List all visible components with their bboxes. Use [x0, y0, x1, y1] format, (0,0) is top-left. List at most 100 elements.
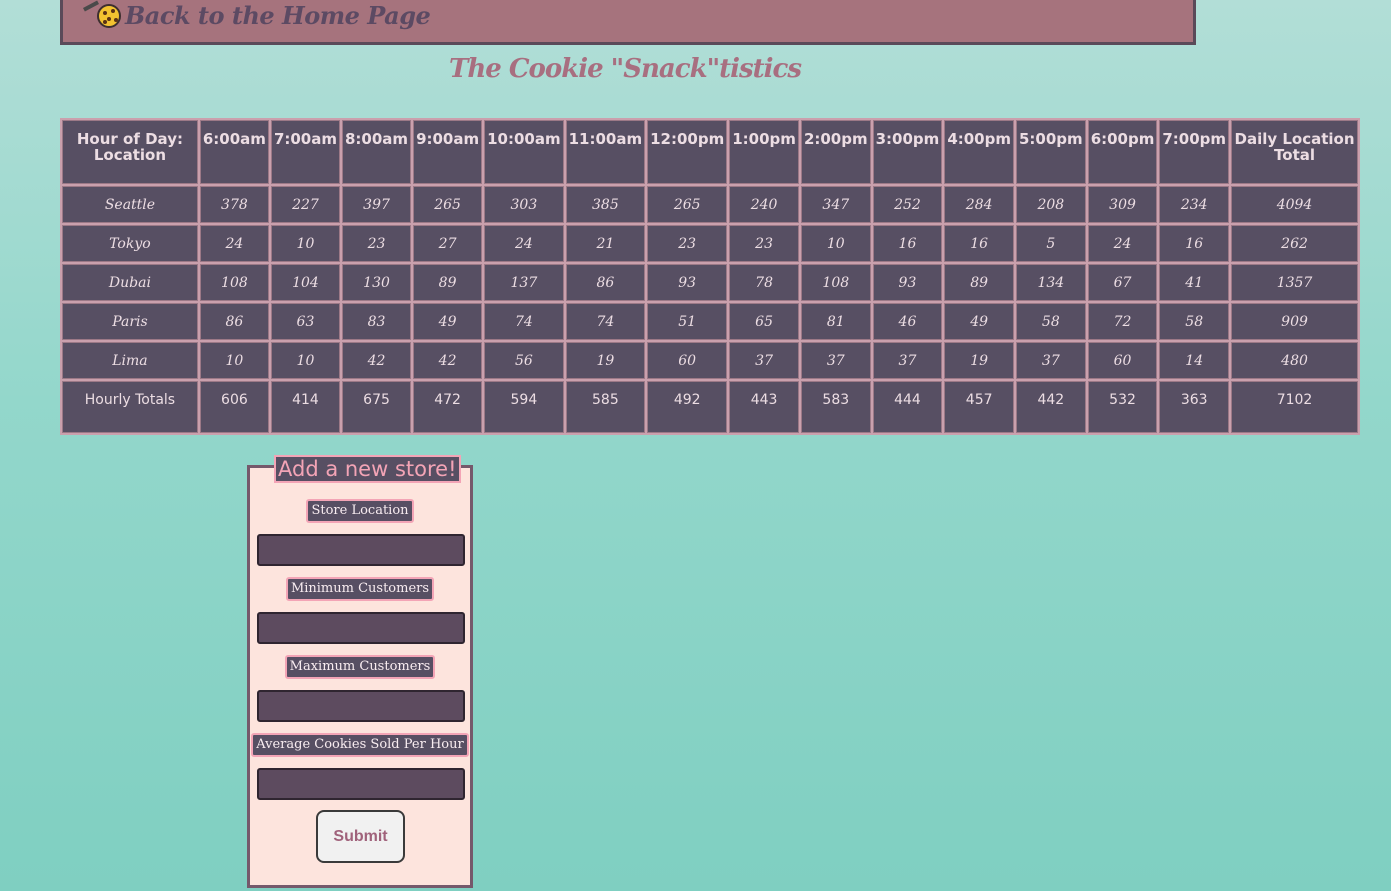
hour-header: 3:00pm — [872, 120, 943, 184]
table-header-row: Hour of Day: Location 6:00am 7:00am 8:00am… — [62, 120, 1358, 184]
page-title: The Cookie "Snack"tistics — [448, 54, 802, 84]
corner-header: Hour of Day: Location — [62, 120, 198, 184]
hourly-sales-cell: 49 — [413, 303, 483, 340]
hourly-sales-cell: 93 — [647, 264, 728, 301]
hourly-sales-cell: 42 — [413, 342, 483, 379]
hourly-sales-cell: 72 — [1087, 303, 1158, 340]
hourly-sales-cell: 60 — [647, 342, 728, 379]
hourly-sales-cell: 37 — [729, 342, 799, 379]
hourly-sales-cell: 58 — [1159, 303, 1230, 340]
table-row: Lima 10 10 42 42 56 19 60 37 37 37 19 37 60 14 480 — [62, 342, 1358, 379]
location-name: Seattle — [62, 186, 198, 223]
cookie-icon — [82, 0, 121, 28]
maximum-customers-label: Maximum Customers — [284, 655, 436, 679]
hourly-sales-cell: 14 — [1159, 342, 1230, 379]
hourly-sales-cell: 19 — [944, 342, 1014, 379]
hourly-sales-cell: 74 — [565, 303, 646, 340]
hourly-sales-cell: 21 — [565, 225, 646, 262]
hourly-sales-cell: 63 — [270, 303, 340, 340]
hourly-sales-cell: 58 — [1016, 303, 1086, 340]
minimum-customers-label: Minimum Customers — [285, 577, 435, 601]
hourly-sales-cell: 19 — [565, 342, 646, 379]
table-row: Paris 86 63 83 49 74 74 51 65 81 46 49 58 72 58 909 — [62, 303, 1358, 340]
hourly-sales-cell: 10 — [800, 225, 871, 262]
hourly-total-cell: 583 — [800, 381, 871, 433]
hourly-total-cell: 457 — [944, 381, 1014, 433]
hourly-sales-cell: 10 — [199, 342, 269, 379]
grand-total-cell: 7102 — [1231, 381, 1358, 433]
hourly-total-cell: 444 — [872, 381, 943, 433]
hourly-total-cell: 492 — [647, 381, 728, 433]
hourly-sales-cell: 108 — [800, 264, 871, 301]
top-nav-bar: Back to the Home Page — [60, 0, 1196, 45]
hour-header: 7:00am — [270, 120, 340, 184]
hour-header: 7:00pm — [1159, 120, 1230, 184]
pencil-icon — [82, 0, 100, 12]
hourly-sales-cell: 347 — [800, 186, 871, 223]
hourly-sales-cell: 24 — [484, 225, 564, 262]
hourly-total-cell: 363 — [1159, 381, 1230, 433]
hourly-sales-cell: 309 — [1087, 186, 1158, 223]
hourly-sales-cell: 104 — [270, 264, 340, 301]
hourly-sales-cell: 51 — [647, 303, 728, 340]
hourly-sales-cell: 130 — [342, 264, 412, 301]
hourly-sales-cell: 16 — [944, 225, 1014, 262]
hourly-sales-cell: 42 — [342, 342, 412, 379]
hourly-sales-cell: 208 — [1016, 186, 1086, 223]
location-name: Paris — [62, 303, 198, 340]
hourly-sales-cell: 385 — [565, 186, 646, 223]
store-location-label: Store Location — [306, 499, 414, 523]
hourly-total-cell: 606 — [199, 381, 269, 433]
hourly-sales-cell: 46 — [872, 303, 943, 340]
hourly-sales-cell: 134 — [1016, 264, 1086, 301]
hour-header: 6:00pm — [1087, 120, 1158, 184]
hourly-total-cell: 472 — [413, 381, 483, 433]
table-row: Dubai 108 104 130 89 137 86 93 78 108 93 89 134 67 41 1… — [62, 264, 1358, 301]
hourly-sales-cell: 27 — [413, 225, 483, 262]
hourly-sales-cell: 56 — [484, 342, 564, 379]
hourly-sales-cell: 37 — [872, 342, 943, 379]
add-store-form: Add a new store! Store Location Minimum … — [247, 455, 473, 888]
home-link-label: Back to the Home Page — [125, 1, 431, 30]
form-legend: Add a new store! — [274, 455, 461, 483]
hourly-sales-cell: 37 — [800, 342, 871, 379]
store-location-input[interactable] — [257, 534, 465, 566]
location-name: Lima — [62, 342, 198, 379]
hourly-sales-cell: 65 — [729, 303, 799, 340]
hourly-total-cell: 532 — [1087, 381, 1158, 433]
hourly-sales-cell: 89 — [413, 264, 483, 301]
maximum-customers-input[interactable] — [257, 690, 465, 722]
hourly-sales-cell: 49 — [944, 303, 1014, 340]
location-total-cell: 1357 — [1231, 264, 1358, 301]
hourly-sales-cell: 5 — [1016, 225, 1086, 262]
hourly-sales-cell: 83 — [342, 303, 412, 340]
hourly-sales-cell: 89 — [944, 264, 1014, 301]
hourly-sales-cell: 303 — [484, 186, 564, 223]
hourly-sales-cell: 265 — [647, 186, 728, 223]
hour-header: 6:00am — [199, 120, 269, 184]
daily-total-header: Daily Location Total — [1231, 120, 1358, 184]
hourly-total-cell: 594 — [484, 381, 564, 433]
minimum-customers-input[interactable] — [257, 612, 465, 644]
hourly-sales-cell: 23 — [342, 225, 412, 262]
hour-header: 1:00pm — [729, 120, 799, 184]
average-cookies-input[interactable] — [257, 768, 465, 800]
hourly-sales-cell: 60 — [1087, 342, 1158, 379]
hour-header: 12:00pm — [647, 120, 728, 184]
totals-row: Hourly Totals 606 414 675 472 594 585 492 443 58… — [62, 381, 1358, 433]
hourly-total-cell: 414 — [270, 381, 340, 433]
hour-header: 9:00am — [413, 120, 483, 184]
hourly-sales-cell: 265 — [413, 186, 483, 223]
hourly-sales-cell: 93 — [872, 264, 943, 301]
hourly-sales-cell: 378 — [199, 186, 269, 223]
hourly-sales-cell: 41 — [1159, 264, 1230, 301]
hourly-sales-cell: 23 — [647, 225, 728, 262]
hourly-sales-cell: 74 — [484, 303, 564, 340]
submit-button[interactable]: Submit — [316, 810, 405, 863]
location-total-cell: 480 — [1231, 342, 1358, 379]
hourly-sales-cell: 10 — [270, 225, 340, 262]
average-cookies-label: Average Cookies Sold Per Hour — [251, 733, 469, 757]
hourly-sales-cell: 86 — [199, 303, 269, 340]
hourly-total-cell: 442 — [1016, 381, 1086, 433]
home-page-link[interactable]: Back to the Home Page — [82, 0, 431, 30]
